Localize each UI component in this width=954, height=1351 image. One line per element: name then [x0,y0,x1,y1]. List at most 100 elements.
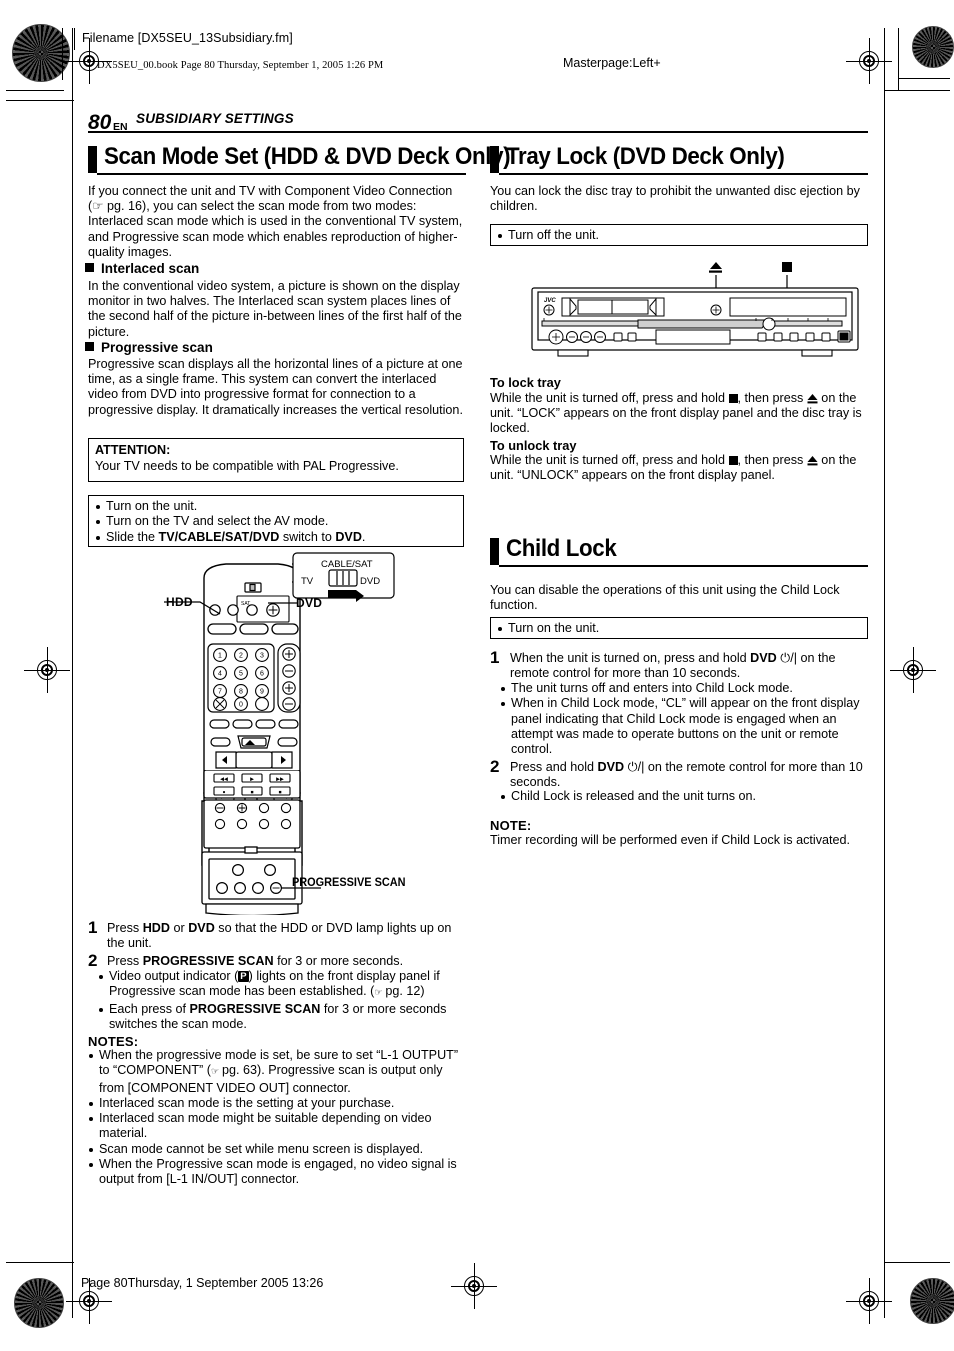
tray-lock-intro: You can lock the disc tray to prohibit t… [490,184,860,214]
step-number-2: 2 [88,951,98,970]
preparation-list-tray-lock: Turn off the unit. [497,228,861,243]
attention-title: ATTENTION: [95,443,171,457]
child-lock-step-2-bullets: Child Lock is released and the unit turn… [500,789,868,804]
registration-mark-top-right [846,38,892,84]
list-item: Child Lock is released and the unit turn… [500,789,868,804]
section-heading-label: Child Lock [506,535,617,562]
callout-label-hdd: HDD [166,595,193,609]
crop-line-top-right-horizontal-2 [898,78,950,79]
stop-icon [728,394,738,403]
list-item: Turn on the TV and select the AV mode. [95,514,457,529]
list-item: Video output indicator (P) lights on the… [98,969,463,1002]
child-lock-step-text-2: Press and hold DVD ⏻/| on the remote con… [510,760,863,790]
list-item: When in Child Lock mode, “CL” will appea… [500,696,868,757]
running-head: SUBSIDIARY SETTINGS [136,111,294,126]
header-book-line: DX5SEU_00.book Page 80 Thursday, Septemb… [97,60,384,71]
list-item: Scan mode cannot be set while menu scree… [88,1142,463,1157]
progressive-scan-body: Progressive scan displays all the horizo… [88,357,463,417]
list-item: Interlaced scan mode is the setting at y… [88,1096,463,1111]
step-number-1: 1 [88,918,98,937]
to-lock-tray-title: To lock tray [490,375,561,390]
list-item: Each press of PROGRESSIVE SCAN for 3 or … [98,1002,463,1033]
section-bar [88,146,97,173]
list-item: Turn on the unit. [497,621,861,636]
notes-heading-left: NOTES: [88,1034,139,1049]
child-lock-step-1-bullets: The unit turns off and enters into Child… [500,681,868,757]
to-unlock-tray-title: To unlock tray [490,438,577,453]
svg-text:◀◀: ◀◀ [220,777,228,783]
callout-label-dvd: DVD [360,576,381,587]
section-heading-label: Tray Lock (DVD Deck Only) [506,143,785,170]
crop-line-top-left-horizontal [6,90,64,91]
interlaced-scan-body: In the conventional video system, a pict… [88,279,462,339]
square-bullet-icon [85,263,94,272]
child-lock-step-text-1: When the unit is turned on, press and ho… [510,651,836,681]
svg-text:0: 0 [239,702,243,709]
section-bar [490,538,499,565]
halftone-mark-bottom-right [910,1278,954,1324]
crop-line-top-left-horizontal-2 [6,100,74,101]
remote-control-lower-illustration: ◀◀ ▶ ▶▶ ● ■ ■ [201,770,321,915]
section-heading-label: Scan Mode Set (HDD & DVD Deck Only) [104,143,511,170]
svg-text:JVC: JVC [544,298,556,304]
preparation-list-child-lock: Turn on the unit. [497,621,861,636]
svg-text:▶: ▶ [250,777,254,783]
attention-body: Your TV needs to be compatible with PAL … [95,459,399,473]
crop-line-bottom-left-horizontal [6,1262,74,1263]
subheading-progressive-scan: Progressive scan [85,340,213,355]
callout-label-progressive-scan: PROGRESSIVE SCAN [292,877,406,889]
crop-line-left-vertical [62,28,63,80]
svg-text:■: ■ [278,790,281,796]
callout-label-tv: TV [301,576,314,587]
list-item: Interlaced scan mode might be suitable d… [88,1111,463,1142]
crop-line-right-vertical [884,28,885,1318]
note-body-right: Timer recording will be performed even i… [490,833,851,847]
header-filename: Filename [DX5SEU_13Subsidiary.fm] [82,31,293,45]
video-output-indicator-icon: P [238,971,249,982]
header-divider [74,28,75,50]
preparation-list-scan-mode: Turn on the unit. Turn on the TV and sel… [95,499,457,545]
svg-text:1: 1 [218,653,222,660]
page-title-rule [88,131,868,133]
crop-line-right-vertical-2 [898,28,899,90]
svg-text:3: 3 [260,653,264,660]
section-rule [499,173,868,175]
stop-icon [728,456,738,465]
registration-mark-top-center-left [66,1278,112,1324]
registration-mark-bottom-center [451,1263,497,1309]
pointing-hand-icon: ☞ [210,1067,219,1078]
step-text-1: Press HDD or DVD so that the HDD or DVD … [107,921,452,951]
callout-label-dvd-remote: DVD [296,596,323,610]
svg-text:4: 4 [218,671,222,678]
crop-line-left-vertical-2 [72,28,73,1318]
list-item: Turn off the unit. [497,228,861,243]
svg-text:●: ● [222,790,225,796]
step-text-2: Press PROGRESSIVE SCAN for 3 or more sec… [107,954,404,968]
halftone-mark-bottom-left [14,1278,64,1328]
child-lock-step-number-1: 1 [490,648,500,667]
scan-mode-intro: If you connect the unit and TV with Comp… [88,184,463,259]
footer-text: Page 80Thursday, 1 September 2005 13:26 [81,1276,324,1290]
child-lock-step-number-2: 2 [490,757,500,776]
to-lock-tray-body: While the unit is turned off, press and … [490,391,862,436]
child-lock-intro: You can disable the operations of this u… [490,583,840,613]
callout-label-cable-sat: CABLE/SAT [321,559,373,570]
to-unlock-tray-body: While the unit is turned off, press and … [490,453,857,483]
registration-mark-bottom-right [846,1278,892,1324]
svg-text:5: 5 [239,671,243,678]
eject-icon [807,394,818,404]
svg-text:▶▶: ▶▶ [276,777,284,783]
crop-line-top-right-horizontal [884,90,950,91]
svg-text:6: 6 [260,671,264,678]
notes-list-left: When the progressive mode is set, be sur… [88,1048,463,1188]
eject-icon [807,456,818,466]
subheading-interlaced-scan: Interlaced scan [85,261,199,276]
note-heading-right: NOTE: [490,818,532,833]
svg-text:9: 9 [260,689,264,696]
section-rule [499,565,868,567]
svg-text:7: 7 [218,689,222,696]
halftone-mark-top-right [912,26,954,68]
registration-mark-mid-right [890,647,936,693]
list-item: Turn on the unit. [95,499,457,514]
list-item: Slide the TV/CABLE/SAT/DVD switch to DVD… [95,530,457,545]
